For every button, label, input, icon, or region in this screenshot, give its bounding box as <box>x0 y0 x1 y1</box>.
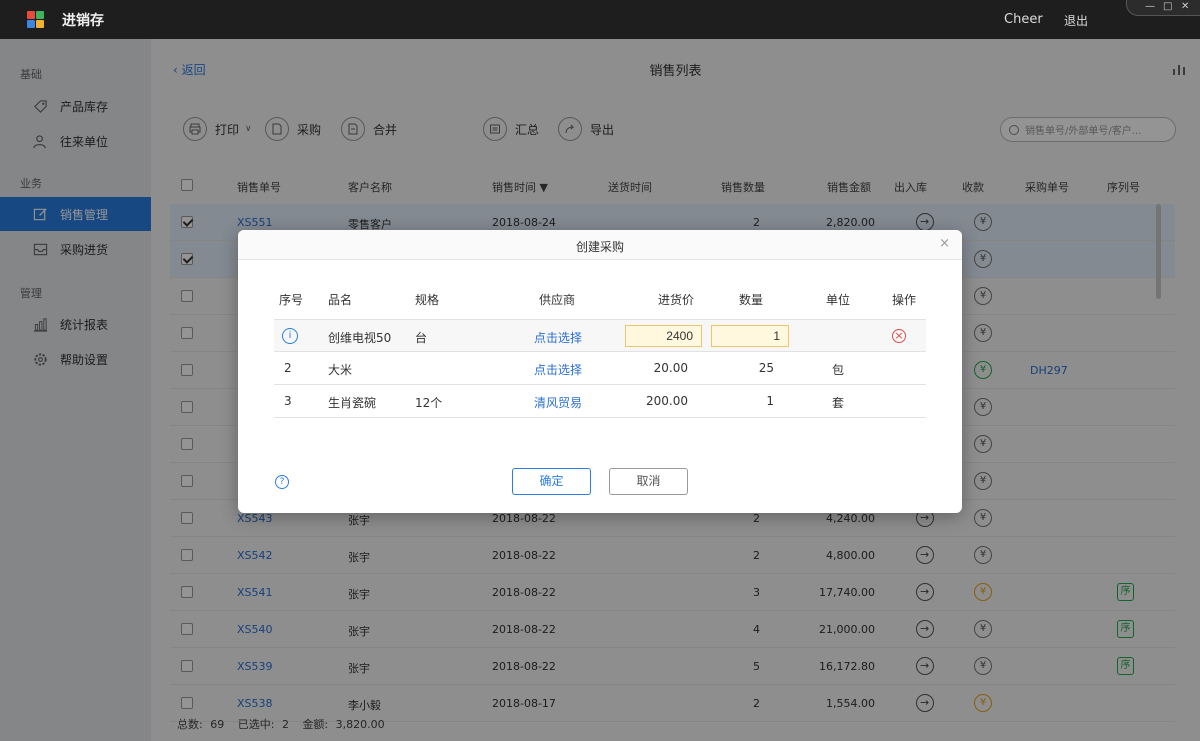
col-header: 规格 <box>415 293 440 307</box>
maximize-button[interactable]: □ <box>1163 2 1172 12</box>
select-supplier-link[interactable]: 点击选择 <box>534 329 582 346</box>
cancel-button[interactable]: 取消 <box>609 468 688 495</box>
col-header: 单位 <box>826 293 851 307</box>
col-header: 品名 <box>328 293 353 307</box>
row-index: 3 <box>284 394 292 408</box>
col-header: 操作 <box>892 293 917 307</box>
item-name: 创维电视50 <box>328 331 392 345</box>
user-name[interactable]: Cheer <box>1004 12 1043 27</box>
dialog-title: 创建采购 <box>575 240 624 254</box>
item-name: 生肖瓷碗 <box>328 396 377 410</box>
purchase-row: i 创维电视50 台 点击选择 2400 1 × <box>274 319 926 352</box>
item-spec: 12个 <box>415 396 443 410</box>
dialog-header: 创建采购 × <box>238 230 962 260</box>
purchase-row: 2 大米 点击选择 20.00 25 包 <box>274 352 926 385</box>
item-price[interactable]: 20.00 <box>625 361 688 375</box>
col-header: 序号 <box>279 293 304 307</box>
quantity-input[interactable]: 1 <box>711 325 789 347</box>
select-supplier-link[interactable]: 点击选择 <box>534 361 582 378</box>
item-quantity[interactable]: 1 <box>711 394 774 408</box>
create-purchase-dialog: 创建采购 × 序号 品名 规格 供应商 进货价 数量 单位 操作 i 创维电视5… <box>238 230 962 513</box>
app-logo-icon <box>27 11 44 28</box>
app-title: 进销存 <box>62 13 104 29</box>
col-header: 进货价 <box>658 293 695 307</box>
confirm-button[interactable]: 确定 <box>512 468 591 495</box>
window-controls: — □ ✕ <box>1126 0 1200 16</box>
purchase-row: 3 生肖瓷碗 12个 清风贸易 200.00 1 套 <box>274 385 926 418</box>
item-price[interactable]: 200.00 <box>625 394 688 408</box>
price-input[interactable]: 2400 <box>625 325 702 347</box>
item-spec: 台 <box>415 331 428 345</box>
col-header: 供应商 <box>539 293 576 307</box>
help-icon[interactable]: ? <box>275 475 289 489</box>
row-index: 2 <box>284 361 292 375</box>
supplier-link[interactable]: 清风贸易 <box>534 394 582 411</box>
close-icon[interactable]: × <box>939 236 950 251</box>
item-quantity[interactable]: 25 <box>711 361 774 375</box>
logout-link[interactable]: 退出 <box>1064 12 1088 29</box>
item-unit: 套 <box>832 396 845 410</box>
item-name: 大米 <box>328 363 353 377</box>
close-window-button[interactable]: ✕ <box>1181 2 1189 12</box>
col-header: 数量 <box>739 293 764 307</box>
item-unit: 包 <box>832 363 845 377</box>
minimize-button[interactable]: — <box>1145 2 1155 12</box>
title-bar: 进销存 Cheer 退出 — □ ✕ <box>0 0 1200 39</box>
delete-icon[interactable]: × <box>892 329 906 343</box>
info-icon[interactable]: i <box>282 328 298 344</box>
